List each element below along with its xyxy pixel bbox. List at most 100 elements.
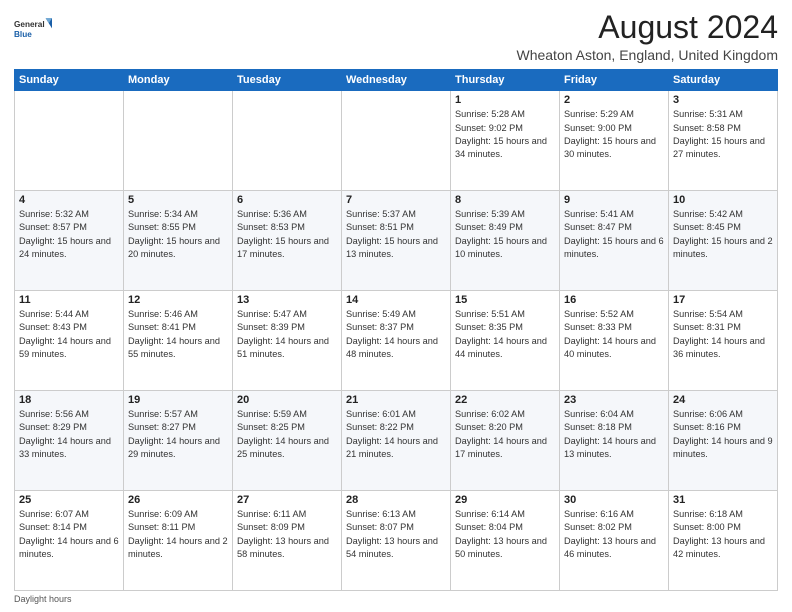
day-number: 10 (673, 194, 773, 206)
day-info: Sunrise: 5:52 AMSunset: 8:33 PMDaylight:… (564, 308, 664, 361)
day-info: Sunrise: 5:47 AMSunset: 8:39 PMDaylight:… (237, 308, 337, 361)
calendar-cell (15, 91, 124, 191)
day-info: Sunrise: 5:56 AMSunset: 8:29 PMDaylight:… (19, 408, 119, 461)
day-number: 11 (19, 294, 119, 306)
day-number: 23 (564, 394, 664, 406)
day-number: 15 (455, 294, 555, 306)
svg-text:General: General (14, 20, 45, 29)
day-number: 17 (673, 294, 773, 306)
col-thursday: Thursday (451, 70, 560, 91)
day-info: Sunrise: 6:09 AMSunset: 8:11 PMDaylight:… (128, 508, 228, 561)
calendar-cell: 4 Sunrise: 5:32 AMSunset: 8:57 PMDaylight… (15, 191, 124, 291)
day-number: 8 (455, 194, 555, 206)
day-info: Sunrise: 6:04 AMSunset: 8:18 PMDaylight:… (564, 408, 664, 461)
day-number: 12 (128, 294, 228, 306)
day-number: 3 (673, 94, 773, 106)
calendar-cell: 2Sunrise: 5:29 AMSunset: 9:00 PMDaylight… (560, 91, 669, 191)
day-number: 31 (673, 494, 773, 506)
day-number: 27 (237, 494, 337, 506)
day-info: Sunrise: 5:37 AMSunset: 8:51 PMDaylight:… (346, 208, 446, 261)
calendar-cell: 22Sunrise: 6:02 AMSunset: 8:20 PMDayligh… (451, 391, 560, 491)
calendar-cell: 19 Sunrise: 5:57 AMSunset: 8:27 PMDayligh… (124, 391, 233, 491)
calendar-cell: 27 Sunrise: 6:11 AMSunset: 8:09 PMDayligh… (233, 491, 342, 591)
calendar-week-3: 18 Sunrise: 5:56 AMSunset: 8:29 PMDayligh… (15, 391, 778, 491)
day-number: 21 (346, 394, 446, 406)
day-info: Sunrise: 6:13 AMSunset: 8:07 PMDaylight:… (346, 508, 446, 561)
calendar-cell (233, 91, 342, 191)
day-number: 29 (455, 494, 555, 506)
day-info: Sunrise: 5:44 AMSunset: 8:43 PMDaylight:… (19, 308, 119, 361)
day-number: 1 (455, 94, 555, 106)
calendar-cell: 12 Sunrise: 5:46 AMSunset: 8:41 PMDayligh… (124, 291, 233, 391)
calendar-cell: 18 Sunrise: 5:56 AMSunset: 8:29 PMDayligh… (15, 391, 124, 491)
day-number: 28 (346, 494, 446, 506)
day-number: 5 (128, 194, 228, 206)
day-number: 7 (346, 194, 446, 206)
day-number: 26 (128, 494, 228, 506)
calendar-cell (124, 91, 233, 191)
main-title: August 2024 (516, 10, 778, 45)
calendar-cell: 24Sunrise: 6:06 AMSunset: 8:16 PMDayligh… (669, 391, 778, 491)
day-info: Sunrise: 5:32 AMSunset: 8:57 PMDaylight:… (19, 208, 119, 261)
day-info: Sunrise: 6:02 AMSunset: 8:20 PMDaylight:… (455, 408, 555, 461)
day-info: Sunrise: 5:41 AMSunset: 8:47 PMDaylight:… (564, 208, 664, 261)
day-info: Sunrise: 5:57 AMSunset: 8:27 PMDaylight:… (128, 408, 228, 461)
day-info: Sunrise: 5:46 AMSunset: 8:41 PMDaylight:… (128, 308, 228, 361)
calendar-week-0: 1Sunrise: 5:28 AMSunset: 9:02 PMDaylight… (15, 91, 778, 191)
calendar-cell: 9 Sunrise: 5:41 AMSunset: 8:47 PMDaylight… (560, 191, 669, 291)
day-info: Sunrise: 5:29 AMSunset: 9:00 PMDaylight:… (564, 108, 664, 161)
title-section: August 2024 Wheaton Aston, England, Unit… (516, 10, 778, 63)
day-number: 13 (237, 294, 337, 306)
day-info: Sunrise: 6:11 AMSunset: 8:09 PMDaylight:… (237, 508, 337, 561)
calendar-cell: 16 Sunrise: 5:52 AMSunset: 8:33 PMDayligh… (560, 291, 669, 391)
calendar-cell: 5 Sunrise: 5:34 AMSunset: 8:55 PMDaylight… (124, 191, 233, 291)
day-info: Sunrise: 5:42 AMSunset: 8:45 PMDaylight:… (673, 208, 773, 261)
calendar-cell: 30 Sunrise: 6:16 AMSunset: 8:02 PMDayligh… (560, 491, 669, 591)
day-info: Sunrise: 5:31 AMSunset: 8:58 PMDaylight:… (673, 108, 773, 161)
col-saturday: Saturday (669, 70, 778, 91)
calendar: Sunday Monday Tuesday Wednesday Thursday… (14, 69, 778, 591)
calendar-cell: 13 Sunrise: 5:47 AMSunset: 8:39 PMDayligh… (233, 291, 342, 391)
calendar-cell: 20Sunrise: 5:59 AMSunset: 8:25 PMDayligh… (233, 391, 342, 491)
day-info: Sunrise: 6:01 AMSunset: 8:22 PMDaylight:… (346, 408, 446, 461)
day-info: Sunrise: 5:54 AMSunset: 8:31 PMDaylight:… (673, 308, 773, 361)
subtitle: Wheaton Aston, England, United Kingdom (516, 47, 778, 63)
col-wednesday: Wednesday (342, 70, 451, 91)
calendar-cell: 17 Sunrise: 5:54 AMSunset: 8:31 PMDayligh… (669, 291, 778, 391)
logo: General Blue (14, 10, 52, 48)
calendar-cell: 3 Sunrise: 5:31 AMSunset: 8:58 PMDaylight… (669, 91, 778, 191)
col-tuesday: Tuesday (233, 70, 342, 91)
day-number: 14 (346, 294, 446, 306)
day-number: 16 (564, 294, 664, 306)
calendar-header-row: Sunday Monday Tuesday Wednesday Thursday… (15, 70, 778, 91)
calendar-cell: 15 Sunrise: 5:51 AMSunset: 8:35 PMDayligh… (451, 291, 560, 391)
col-monday: Monday (124, 70, 233, 91)
day-info: Sunrise: 5:51 AMSunset: 8:35 PMDaylight:… (455, 308, 555, 361)
day-number: 4 (19, 194, 119, 206)
day-info: Sunrise: 6:16 AMSunset: 8:02 PMDaylight:… (564, 508, 664, 561)
svg-text:Blue: Blue (14, 30, 32, 39)
page: General Blue August 2024 Wheaton Aston, … (0, 0, 792, 612)
day-number: 9 (564, 194, 664, 206)
col-sunday: Sunday (15, 70, 124, 91)
day-info: Sunrise: 5:39 AMSunset: 8:49 PMDaylight:… (455, 208, 555, 261)
day-number: 18 (19, 394, 119, 406)
calendar-cell: 28 Sunrise: 6:13 AMSunset: 8:07 PMDayligh… (342, 491, 451, 591)
calendar-cell (342, 91, 451, 191)
day-number: 19 (128, 394, 228, 406)
day-number: 30 (564, 494, 664, 506)
day-info: Sunrise: 5:34 AMSunset: 8:55 PMDaylight:… (128, 208, 228, 261)
calendar-cell: 23 Sunrise: 6:04 AMSunset: 8:18 PMDayligh… (560, 391, 669, 491)
day-info: Sunrise: 6:14 AMSunset: 8:04 PMDaylight:… (455, 508, 555, 561)
calendar-cell: 25Sunrise: 6:07 AMSunset: 8:14 PMDayligh… (15, 491, 124, 591)
calendar-week-2: 11 Sunrise: 5:44 AMSunset: 8:43 PMDayligh… (15, 291, 778, 391)
calendar-cell: 1Sunrise: 5:28 AMSunset: 9:02 PMDaylight… (451, 91, 560, 191)
calendar-cell: 14Sunrise: 5:49 AMSunset: 8:37 PMDayligh… (342, 291, 451, 391)
day-number: 20 (237, 394, 337, 406)
day-info: Sunrise: 5:36 AMSunset: 8:53 PMDaylight:… (237, 208, 337, 261)
day-info: Sunrise: 6:07 AMSunset: 8:14 PMDaylight:… (19, 508, 119, 561)
calendar-cell: 8 Sunrise: 5:39 AMSunset: 8:49 PMDaylight… (451, 191, 560, 291)
calendar-cell: 10 Sunrise: 5:42 AMSunset: 8:45 PMDayligh… (669, 191, 778, 291)
calendar-cell: 7 Sunrise: 5:37 AMSunset: 8:51 PMDaylight… (342, 191, 451, 291)
calendar-week-4: 25Sunrise: 6:07 AMSunset: 8:14 PMDayligh… (15, 491, 778, 591)
